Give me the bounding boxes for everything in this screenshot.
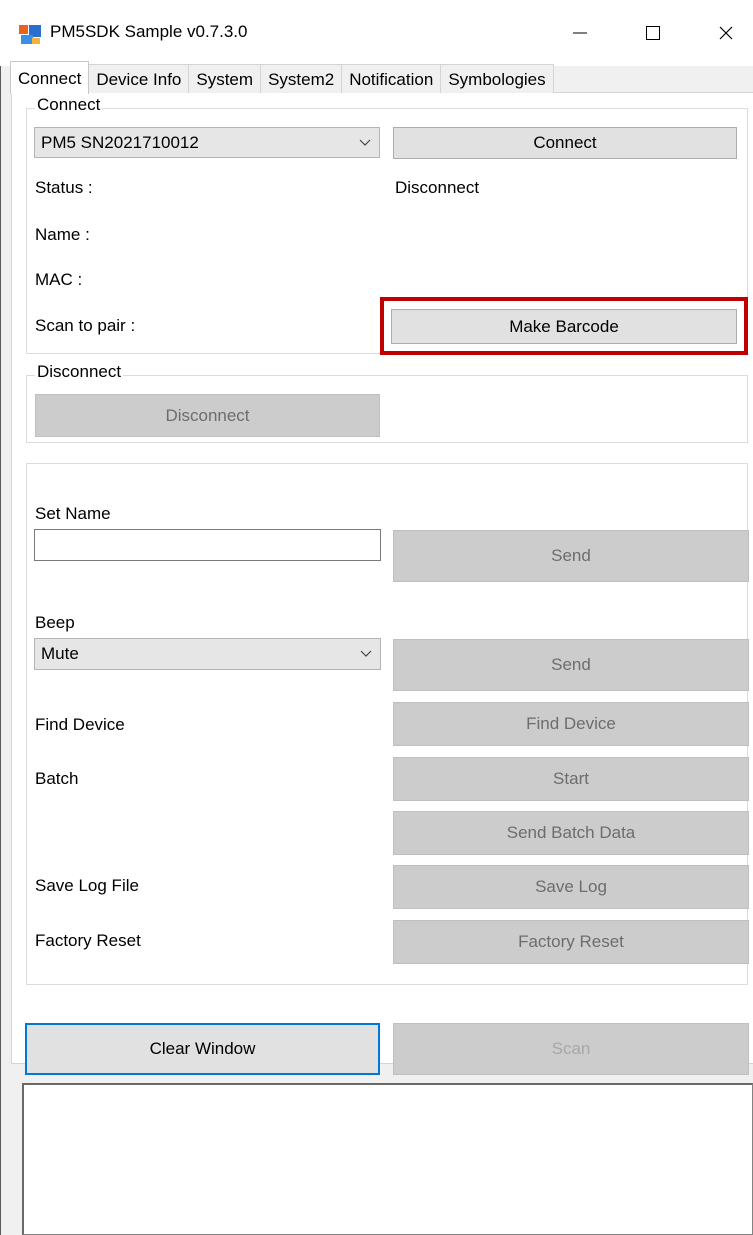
tab-system2[interactable]: System2	[260, 64, 343, 93]
minimize-button[interactable]	[560, 18, 600, 48]
tab-connect[interactable]: Connect	[10, 61, 90, 94]
make-barcode-button[interactable]: Make Barcode	[391, 309, 737, 344]
factory-reset-label: Factory Reset	[35, 931, 141, 950]
save-log-button[interactable]: Save Log	[393, 865, 749, 909]
close-icon	[719, 26, 733, 40]
tab-notification[interactable]: Notification	[341, 64, 442, 93]
factory-reset-button[interactable]: Factory Reset	[393, 920, 749, 964]
status-label: Status :	[35, 178, 93, 197]
find-device-label: Find Device	[35, 715, 125, 734]
set-name-send-button[interactable]: Send	[393, 530, 749, 582]
connect-button[interactable]: Connect	[393, 127, 737, 159]
minimize-icon	[573, 32, 587, 34]
window-title: PM5SDK Sample v0.7.3.0	[50, 22, 248, 41]
tab-strip: Connect Device Info System System2 Notif…	[10, 61, 554, 94]
beep-send-button[interactable]: Send	[393, 639, 749, 691]
title-bar[interactable]: PM5SDK Sample v0.7.3.0	[0, 0, 753, 66]
close-button[interactable]	[706, 18, 746, 48]
scan-to-pair-label: Scan to pair :	[35, 316, 136, 335]
batch-label: Batch	[35, 769, 79, 788]
tab-system[interactable]: System	[188, 64, 262, 93]
connect-group-title: Connect	[35, 95, 103, 115]
clear-window-button[interactable]: Clear Window	[25, 1023, 380, 1075]
disconnect-button[interactable]: Disconnect	[35, 394, 380, 437]
beep-select-value: Mute	[41, 644, 79, 663]
send-batch-data-button[interactable]: Send Batch Data	[393, 811, 749, 855]
device-select-value: PM5 SN2021710012	[41, 132, 199, 152]
scan-button[interactable]: Scan	[393, 1023, 749, 1075]
maximize-button[interactable]	[633, 18, 673, 48]
save-log-file-label: Save Log File	[35, 876, 139, 895]
status-value: Disconnect	[395, 178, 480, 197]
app-icon	[18, 22, 42, 46]
batch-start-button[interactable]: Start	[393, 757, 749, 801]
log-textbox[interactable]	[22, 1083, 753, 1235]
maximize-icon	[646, 26, 660, 40]
disconnect-group-title: Disconnect	[35, 362, 124, 382]
chevron-down-icon	[359, 128, 371, 157]
set-name-input[interactable]	[34, 529, 381, 561]
set-name-label: Set Name	[35, 504, 111, 523]
chevron-down-icon	[360, 639, 372, 669]
tab-device-info[interactable]: Device Info	[88, 64, 190, 93]
name-label: Name :	[35, 225, 90, 244]
beep-label: Beep	[35, 613, 75, 632]
device-select[interactable]: PM5 SN2021710012	[34, 127, 380, 158]
tab-symbologies[interactable]: Symbologies	[440, 64, 554, 93]
mac-label: MAC :	[35, 270, 83, 289]
find-device-button[interactable]: Find Device	[393, 702, 749, 746]
beep-select[interactable]: Mute	[34, 638, 381, 670]
